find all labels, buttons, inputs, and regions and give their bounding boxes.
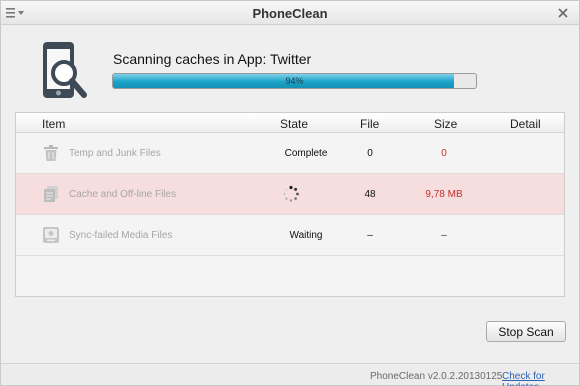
table-header: Item State File Size Detail xyxy=(16,113,564,133)
row-file-count: 0 xyxy=(367,148,373,159)
media-device-icon xyxy=(43,227,59,243)
row-state: Complete xyxy=(284,148,328,159)
check-updates-link[interactable]: Check for Updates xyxy=(502,371,579,386)
column-header-state: State xyxy=(280,117,309,131)
title-bar: PhoneClean xyxy=(1,1,579,25)
document-stack-icon xyxy=(44,186,58,202)
footer-bar: PhoneClean v2.0.2.20130125 Check for Upd… xyxy=(1,363,579,386)
table-row[interactable]: Sync-failed Media Files Waiting – – xyxy=(16,215,564,256)
column-header-size: Size xyxy=(434,117,458,131)
row-size: 9,78 MB xyxy=(425,189,463,200)
column-header-file: File xyxy=(360,117,380,131)
window-title: PhoneClean xyxy=(252,6,328,21)
row-size: 0 xyxy=(441,148,447,159)
row-size: – xyxy=(441,230,447,241)
progress-label: 94% xyxy=(285,76,304,86)
row-item-label: Temp and Junk Files xyxy=(69,148,161,159)
version-text: PhoneClean v2.0.2.20130125 xyxy=(370,371,503,382)
close-icon[interactable] xyxy=(555,5,571,21)
scan-progress-bar: 94% xyxy=(112,73,477,89)
row-file-count: – xyxy=(367,230,373,241)
row-item-label: Cache and Off-line Files xyxy=(69,189,177,200)
stop-scan-button[interactable]: Stop Scan xyxy=(486,321,566,342)
table-row[interactable]: Temp and Junk Files Complete 0 0 xyxy=(16,133,564,174)
row-state: Waiting xyxy=(289,230,323,241)
scan-header: Scanning caches in App: Twitter 94% xyxy=(1,25,579,111)
column-header-item: Item xyxy=(42,117,66,131)
app-window: PhoneClean Scanning caches in App: Twitt… xyxy=(0,0,580,386)
phone-magnifier-icon xyxy=(43,42,87,98)
scan-status-text: Scanning caches in App: Twitter xyxy=(113,51,312,67)
table-row[interactable]: Cache and Off-line Files 48 9,78 MB xyxy=(16,174,564,215)
loading-spinner-icon xyxy=(283,185,299,202)
row-item-label: Sync-failed Media Files xyxy=(69,230,173,241)
trash-icon xyxy=(44,145,58,161)
row-file-count: 48 xyxy=(364,189,376,200)
column-header-detail: Detail xyxy=(510,117,541,131)
scan-results-table: Item State File Size Detail Temp and Jun… xyxy=(15,112,565,297)
